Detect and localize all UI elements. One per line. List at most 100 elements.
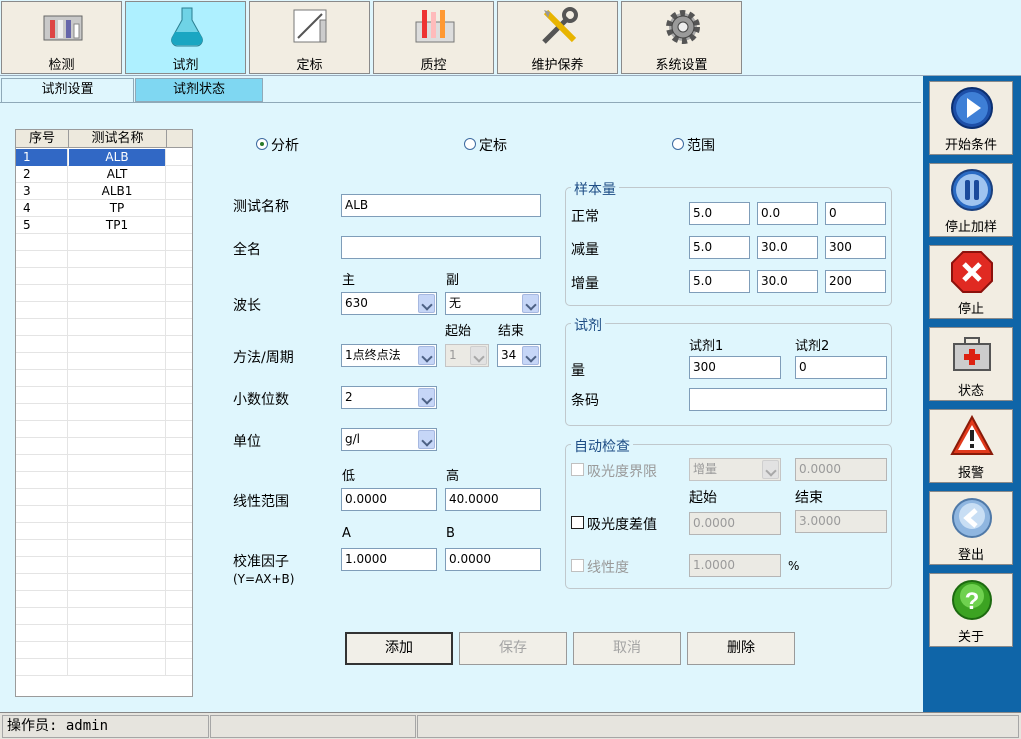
wavelength-label: 波长	[233, 298, 261, 314]
tab-reagent-settings[interactable]: 试剂设置	[1, 78, 134, 103]
test-name-input[interactable]: ALB	[341, 194, 541, 217]
sample-decrease-2[interactable]: 30.0	[757, 236, 818, 259]
operator-status: 操作员: admin	[2, 715, 209, 738]
list-item[interactable]	[16, 608, 192, 625]
calibration-chart-icon	[293, 9, 327, 43]
chevron-down-icon[interactable]	[418, 346, 435, 365]
radio-calibration[interactable]	[464, 138, 476, 150]
sample-normal-2[interactable]: 0.0	[757, 202, 818, 225]
tab-system-settings[interactable]: 系统设置	[621, 1, 742, 74]
linear-low-input[interactable]: 0.0000	[341, 488, 437, 511]
list-item[interactable]	[16, 302, 192, 319]
list-item[interactable]: 2 ALT	[16, 166, 192, 183]
list-item[interactable]	[16, 387, 192, 404]
list-item[interactable]	[16, 557, 192, 574]
test-tubes-icon	[43, 15, 83, 41]
stop-x-icon	[951, 251, 993, 293]
list-item[interactable]	[16, 251, 192, 268]
list-item[interactable]	[16, 404, 192, 421]
list-item[interactable]: 5 TP1	[16, 217, 192, 234]
select-value: 1	[449, 348, 457, 362]
barcode-input[interactable]	[689, 388, 887, 411]
factor-b-input[interactable]: 0.0000	[445, 548, 541, 571]
status-button[interactable]: 状态	[929, 327, 1013, 401]
chevron-down-icon[interactable]	[418, 388, 435, 407]
list-item[interactable]: 4 TP	[16, 200, 192, 217]
method-end-select[interactable]: 34	[497, 344, 541, 367]
list-item[interactable]	[16, 268, 192, 285]
list-item[interactable]	[16, 506, 192, 523]
tab-qc[interactable]: 质控	[373, 1, 494, 74]
list-item[interactable]	[16, 319, 192, 336]
list-item[interactable]	[16, 489, 192, 506]
sample-increase-1[interactable]: 5.0	[689, 270, 750, 293]
list-item[interactable]	[16, 642, 192, 659]
sample-normal-1[interactable]: 5.0	[689, 202, 750, 225]
decimals-select[interactable]: 2	[341, 386, 437, 409]
list-item-name	[69, 336, 166, 353]
tab-calibration[interactable]: 定标	[249, 1, 370, 74]
list-item[interactable]: 3 ALB1	[16, 183, 192, 200]
method-select[interactable]: 1点终点法	[341, 344, 437, 367]
button-label: 开始条件	[944, 138, 997, 153]
stop-sampling-button[interactable]: 停止加样	[929, 163, 1013, 237]
stop-button[interactable]: 停止	[929, 245, 1013, 319]
list-item-name	[69, 268, 166, 285]
sample-normal-3[interactable]: 0	[825, 202, 886, 225]
factor-a-input[interactable]: 1.0000	[341, 548, 437, 571]
list-item[interactable]	[16, 438, 192, 455]
sample-increase-2[interactable]: 30.0	[757, 270, 818, 293]
wavelength-main-select[interactable]: 630	[341, 292, 437, 315]
sample-decrease-1[interactable]: 5.0	[689, 236, 750, 259]
alarm-button[interactable]: 报警	[929, 409, 1013, 483]
tab-reagent-status[interactable]: 试剂状态	[135, 78, 263, 102]
radio-range[interactable]	[672, 138, 684, 150]
abs-diff-checkbox[interactable]	[571, 516, 584, 529]
sample-decrease-3[interactable]: 300	[825, 236, 886, 259]
wavelength-sub-select[interactable]: 无	[445, 292, 541, 315]
button-label: 报警	[957, 466, 984, 481]
reagent1-label: 试剂1	[689, 339, 724, 354]
sample-increase-3[interactable]: 200	[825, 270, 886, 293]
warning-icon	[950, 414, 994, 455]
list-item[interactable]	[16, 234, 192, 251]
start-conditions-button[interactable]: 开始条件	[929, 81, 1013, 155]
list-item[interactable]	[16, 523, 192, 540]
list-item[interactable]	[16, 455, 192, 472]
list-item[interactable]	[16, 336, 192, 353]
list-item[interactable]: 1 ALB	[16, 149, 192, 166]
reagent1-qty-input[interactable]: 300	[689, 356, 781, 379]
chevron-down-icon	[470, 346, 487, 365]
list-item-number	[16, 234, 68, 251]
list-item[interactable]	[16, 540, 192, 557]
list-item[interactable]	[16, 472, 192, 489]
chevron-down-icon[interactable]	[418, 294, 435, 313]
about-button[interactable]: ? 关于	[929, 573, 1013, 647]
list-item[interactable]	[16, 353, 192, 370]
chevron-down-icon[interactable]	[522, 294, 539, 313]
list-item[interactable]	[16, 574, 192, 591]
radio-analysis[interactable]	[256, 138, 268, 150]
add-button[interactable]: 添加	[345, 632, 453, 665]
chevron-down-icon[interactable]	[418, 430, 435, 449]
unit-select[interactable]: g/l	[341, 428, 437, 451]
test-list[interactable]: 序号 测试名称 1 ALB 2 ALT 3 ALB1 4 TP 5 TP1	[15, 129, 193, 697]
logout-button[interactable]: 登出	[929, 491, 1013, 565]
list-item-name: TP	[69, 200, 166, 217]
list-item[interactable]	[16, 285, 192, 302]
chevron-down-icon[interactable]	[522, 346, 539, 365]
list-item[interactable]	[16, 625, 192, 642]
list-item[interactable]	[16, 591, 192, 608]
reagent2-qty-input[interactable]: 0	[795, 356, 887, 379]
abs-diff-label: 吸光度差值	[587, 517, 657, 533]
tab-maintenance[interactable]: 维护保养	[497, 1, 618, 74]
list-item[interactable]	[16, 370, 192, 387]
button-label: 状态	[957, 384, 984, 399]
tab-reagent[interactable]: 试剂	[125, 1, 246, 74]
full-name-input[interactable]	[341, 236, 541, 259]
tab-detect[interactable]: 检测	[1, 1, 122, 74]
delete-button[interactable]: 删除	[687, 632, 795, 665]
linear-high-input[interactable]: 40.0000	[445, 488, 541, 511]
list-item[interactable]	[16, 421, 192, 438]
list-item[interactable]	[16, 659, 192, 676]
